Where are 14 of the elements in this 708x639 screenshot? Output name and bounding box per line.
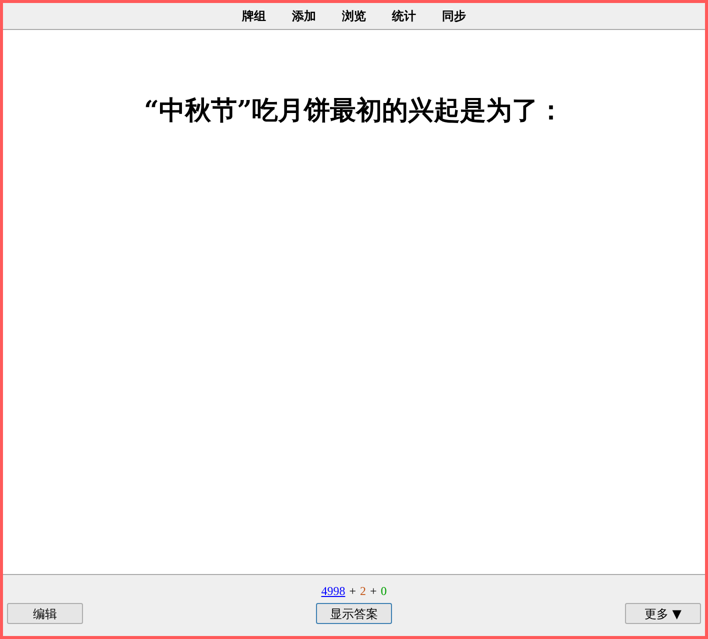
plus-sign: +	[370, 583, 377, 600]
menu-link[interactable]: 统计	[392, 7, 416, 29]
due-count-link[interactable]: 4998	[321, 582, 346, 600]
menu-link[interactable]: 浏览	[342, 7, 366, 29]
edit-button[interactable]: 编辑	[7, 603, 83, 624]
count-text: 0	[380, 583, 387, 600]
count-text: 2	[360, 583, 366, 600]
plus-sign: +	[349, 583, 356, 600]
menu-link[interactable]: 同步	[442, 7, 466, 29]
menu-link[interactable]: 牌组	[242, 7, 266, 29]
question-text: “中秋节”吃月饼最初的兴起是为了：	[143, 96, 565, 128]
show-answer-button[interactable]: 显示答案	[316, 603, 392, 624]
menu-link[interactable]: 添加	[292, 7, 316, 29]
more-button[interactable]: 更多 ▼	[625, 603, 701, 624]
